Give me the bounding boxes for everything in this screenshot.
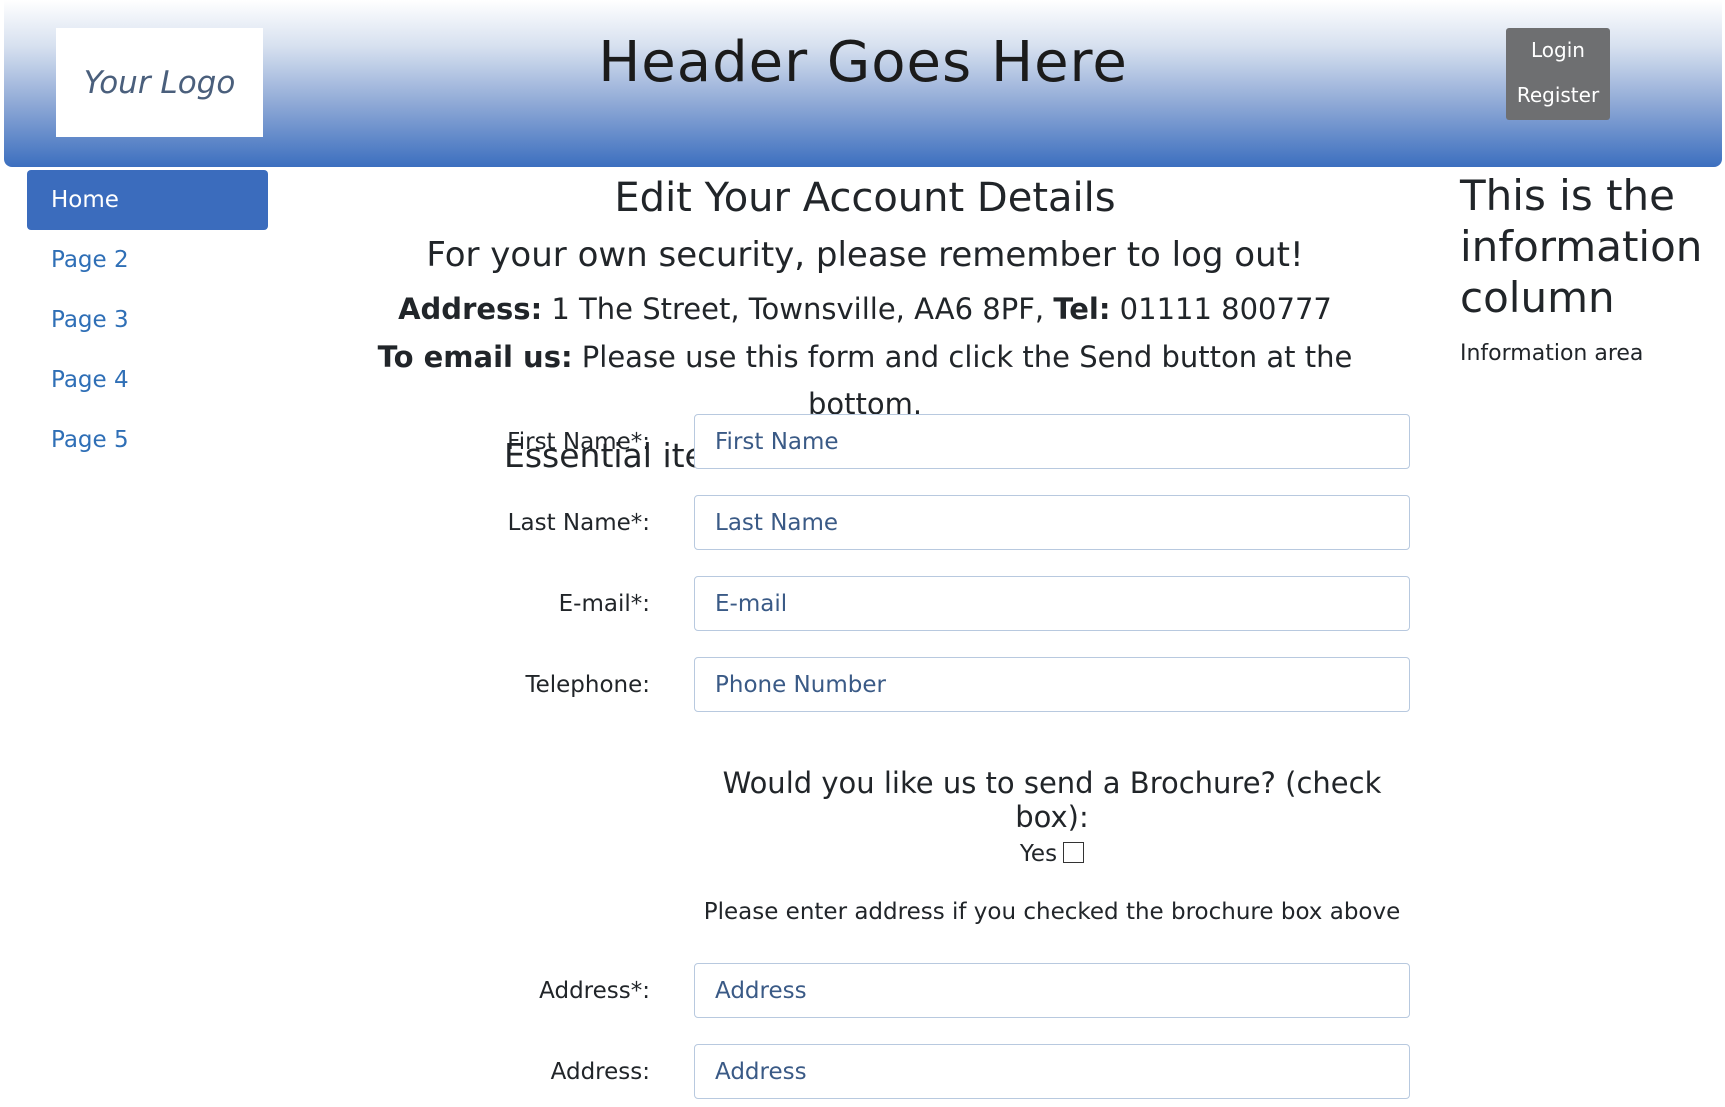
last-name-input[interactable] [694,495,1410,550]
last-name-row: Last Name*: [0,495,1725,552]
email-input[interactable] [694,576,1410,631]
address-label: Address: [398,292,543,326]
address-value: 1 The Street, Townsville, AA6 8PF, [542,292,1054,326]
nav-item-page-2[interactable]: Page 2 [27,230,268,290]
address1-label: Address*: [539,978,650,1004]
info-title: This is the information column [1460,171,1703,322]
address2-input[interactable] [694,1044,1410,1099]
first-name-input[interactable] [694,414,1410,469]
address1-row: Address*: [0,963,1725,1020]
info-column: This is the information column Informati… [1460,170,1720,366]
first-name-row: First Name*: [0,414,1725,471]
telephone-input[interactable] [694,657,1410,712]
site-title: Header Goes Here [598,30,1128,95]
telephone-row: Telephone: [0,657,1725,714]
register-link[interactable]: Register [1506,73,1610,118]
brochure-yes-label: Yes [1019,841,1058,867]
address2-label: Address: [550,1059,650,1085]
email-label: To email us: [377,340,573,374]
contact-address-line: Address: 1 The Street, Townsville, AA6 8… [330,284,1400,334]
email-row: E-mail*: [0,576,1725,633]
security-notice: For your own security, please remember t… [426,235,1304,275]
auth-panel: Login Register [1506,28,1610,120]
email-text: Please use this form and click the Send … [572,340,1353,421]
email-label-field: E-mail*: [558,591,650,617]
tel-label: Tel: [1053,292,1111,326]
address-note: Please enter address if you checked the … [703,899,1401,925]
last-name-label: Last Name*: [507,510,650,536]
nav-item-page-4[interactable]: Page 4 [27,350,268,410]
address1-input[interactable] [694,963,1410,1018]
site-header: Your Logo Header Goes Here Login Registe… [4,0,1722,167]
nav-item-page-3[interactable]: Page 3 [27,290,268,350]
brochure-option: Yes [694,841,1410,867]
brochure-checkbox[interactable] [1063,842,1085,863]
first-name-label: First Name*: [507,429,650,455]
address2-row: Address: [0,1044,1725,1101]
info-text: Information area [1460,341,1644,366]
tel-value: 01111 800777 [1110,292,1332,326]
brochure-question: Would you like us to send a Brochure? (c… [722,766,1382,834]
telephone-label: Telephone: [525,672,650,698]
login-link[interactable]: Login [1506,28,1610,73]
nav-item-home[interactable]: Home [27,170,268,230]
page-title: Edit Your Account Details [614,175,1116,221]
